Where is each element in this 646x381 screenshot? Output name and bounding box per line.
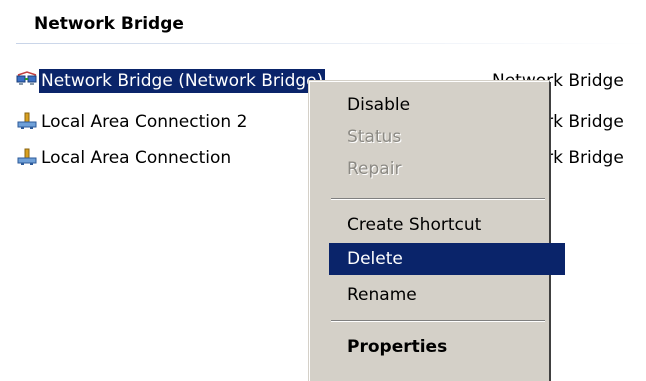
menu-item-create-shortcut[interactable]: Create Shortcut [329,209,565,241]
bridge-icon [16,71,38,89]
network-connection-icon [16,148,38,166]
menu-separator [331,198,545,200]
menu-item-rename[interactable]: Rename [329,279,565,311]
menu-item-repair[interactable]: Repair [329,153,565,185]
menu-separator [331,320,545,322]
group-divider [16,43,646,44]
connection-name[interactable]: Local Area Connection 2 [39,110,249,134]
connection-name[interactable]: Network Bridge (Network Bridge) [39,69,326,93]
menu-item-status[interactable]: Status [329,121,565,153]
group-header-network-bridge: Network Bridge [34,14,184,34]
context-menu: Disable Status Repair Create Shortcut De… [308,80,565,381]
menu-item-delete[interactable]: Delete [329,243,565,275]
menu-item-disable[interactable]: Disable [329,89,565,121]
connection-name[interactable]: Local Area Connection [39,146,233,170]
network-connection-icon [16,112,38,130]
menu-item-properties[interactable]: Properties [329,331,565,363]
